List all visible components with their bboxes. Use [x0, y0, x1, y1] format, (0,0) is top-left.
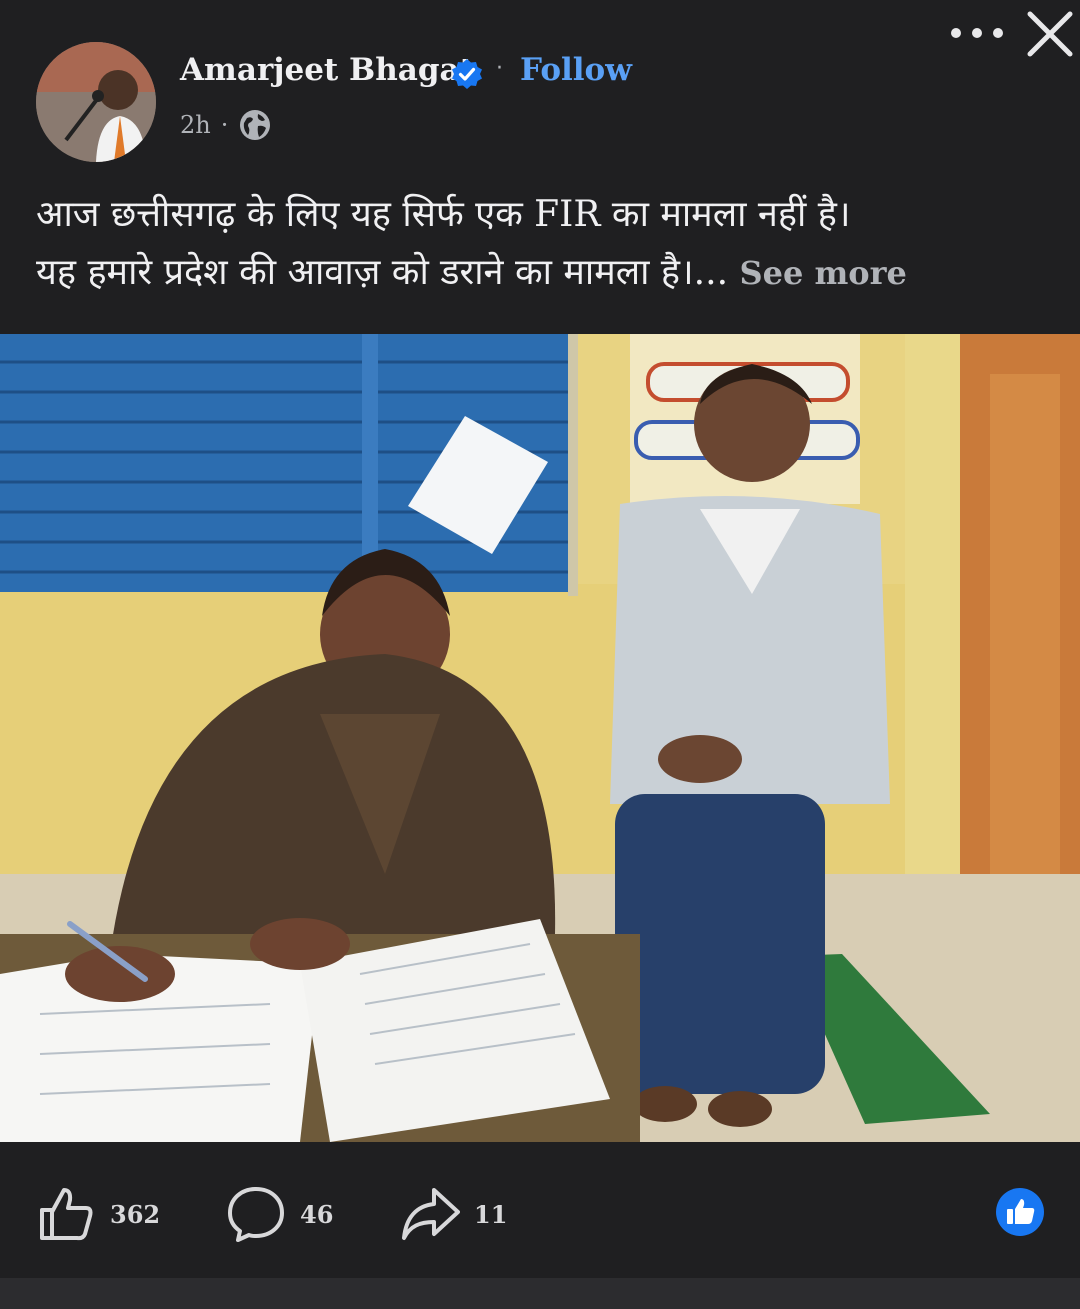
- globe-icon: [240, 110, 271, 140]
- like-reaction-icon[interactable]: [995, 1187, 1045, 1237]
- post-meta: 2h ·: [180, 108, 272, 142]
- separator-dot: ·: [496, 56, 503, 81]
- thumbs-up-icon: [40, 1188, 93, 1241]
- caption-line-1: आज छत्तीसगढ़ के लिए यह सिर्फ एक FIR का म…: [36, 194, 851, 235]
- see-more-link[interactable]: See more: [739, 254, 906, 292]
- like-count: 362: [110, 1199, 161, 1229]
- comment-icon: [228, 1187, 284, 1242]
- share-button[interactable]: 11: [400, 1184, 507, 1244]
- share-count: 11: [474, 1199, 508, 1229]
- bottom-bar: [0, 1278, 1080, 1309]
- meta-separator: ·: [220, 111, 229, 139]
- close-icon[interactable]: [1024, 8, 1076, 60]
- post-photo[interactable]: [0, 334, 1080, 1142]
- post-time[interactable]: 2h: [180, 111, 211, 139]
- author-name[interactable]: Amarjeet Bhagat: [180, 52, 474, 88]
- comment-button[interactable]: 46: [226, 1184, 333, 1244]
- comment-count: 46: [300, 1199, 334, 1229]
- share-icon: [402, 1188, 460, 1240]
- caption-line-2-text: यह हमारे प्रदेश की आवाज़ को डराने का माम…: [36, 252, 729, 293]
- like-button[interactable]: 362: [36, 1184, 160, 1244]
- post-card: Amarjeet Bhagat · Follow 2h · आज छत्तीसग…: [0, 0, 1080, 1309]
- more-options-icon[interactable]: [948, 18, 1008, 48]
- action-bar: 362 46 11: [0, 1150, 1080, 1275]
- post-header: Amarjeet Bhagat · Follow 2h ·: [0, 0, 1080, 162]
- verified-badge-icon: [452, 59, 482, 89]
- post-caption: आज छत्तीसगढ़ के लिए यह सिर्फ एक FIR का म…: [36, 186, 1046, 302]
- follow-button[interactable]: Follow: [520, 52, 632, 88]
- author-avatar[interactable]: [36, 42, 156, 162]
- caption-line-2: यह हमारे प्रदेश की आवाज़ को डराने का माम…: [36, 244, 1046, 302]
